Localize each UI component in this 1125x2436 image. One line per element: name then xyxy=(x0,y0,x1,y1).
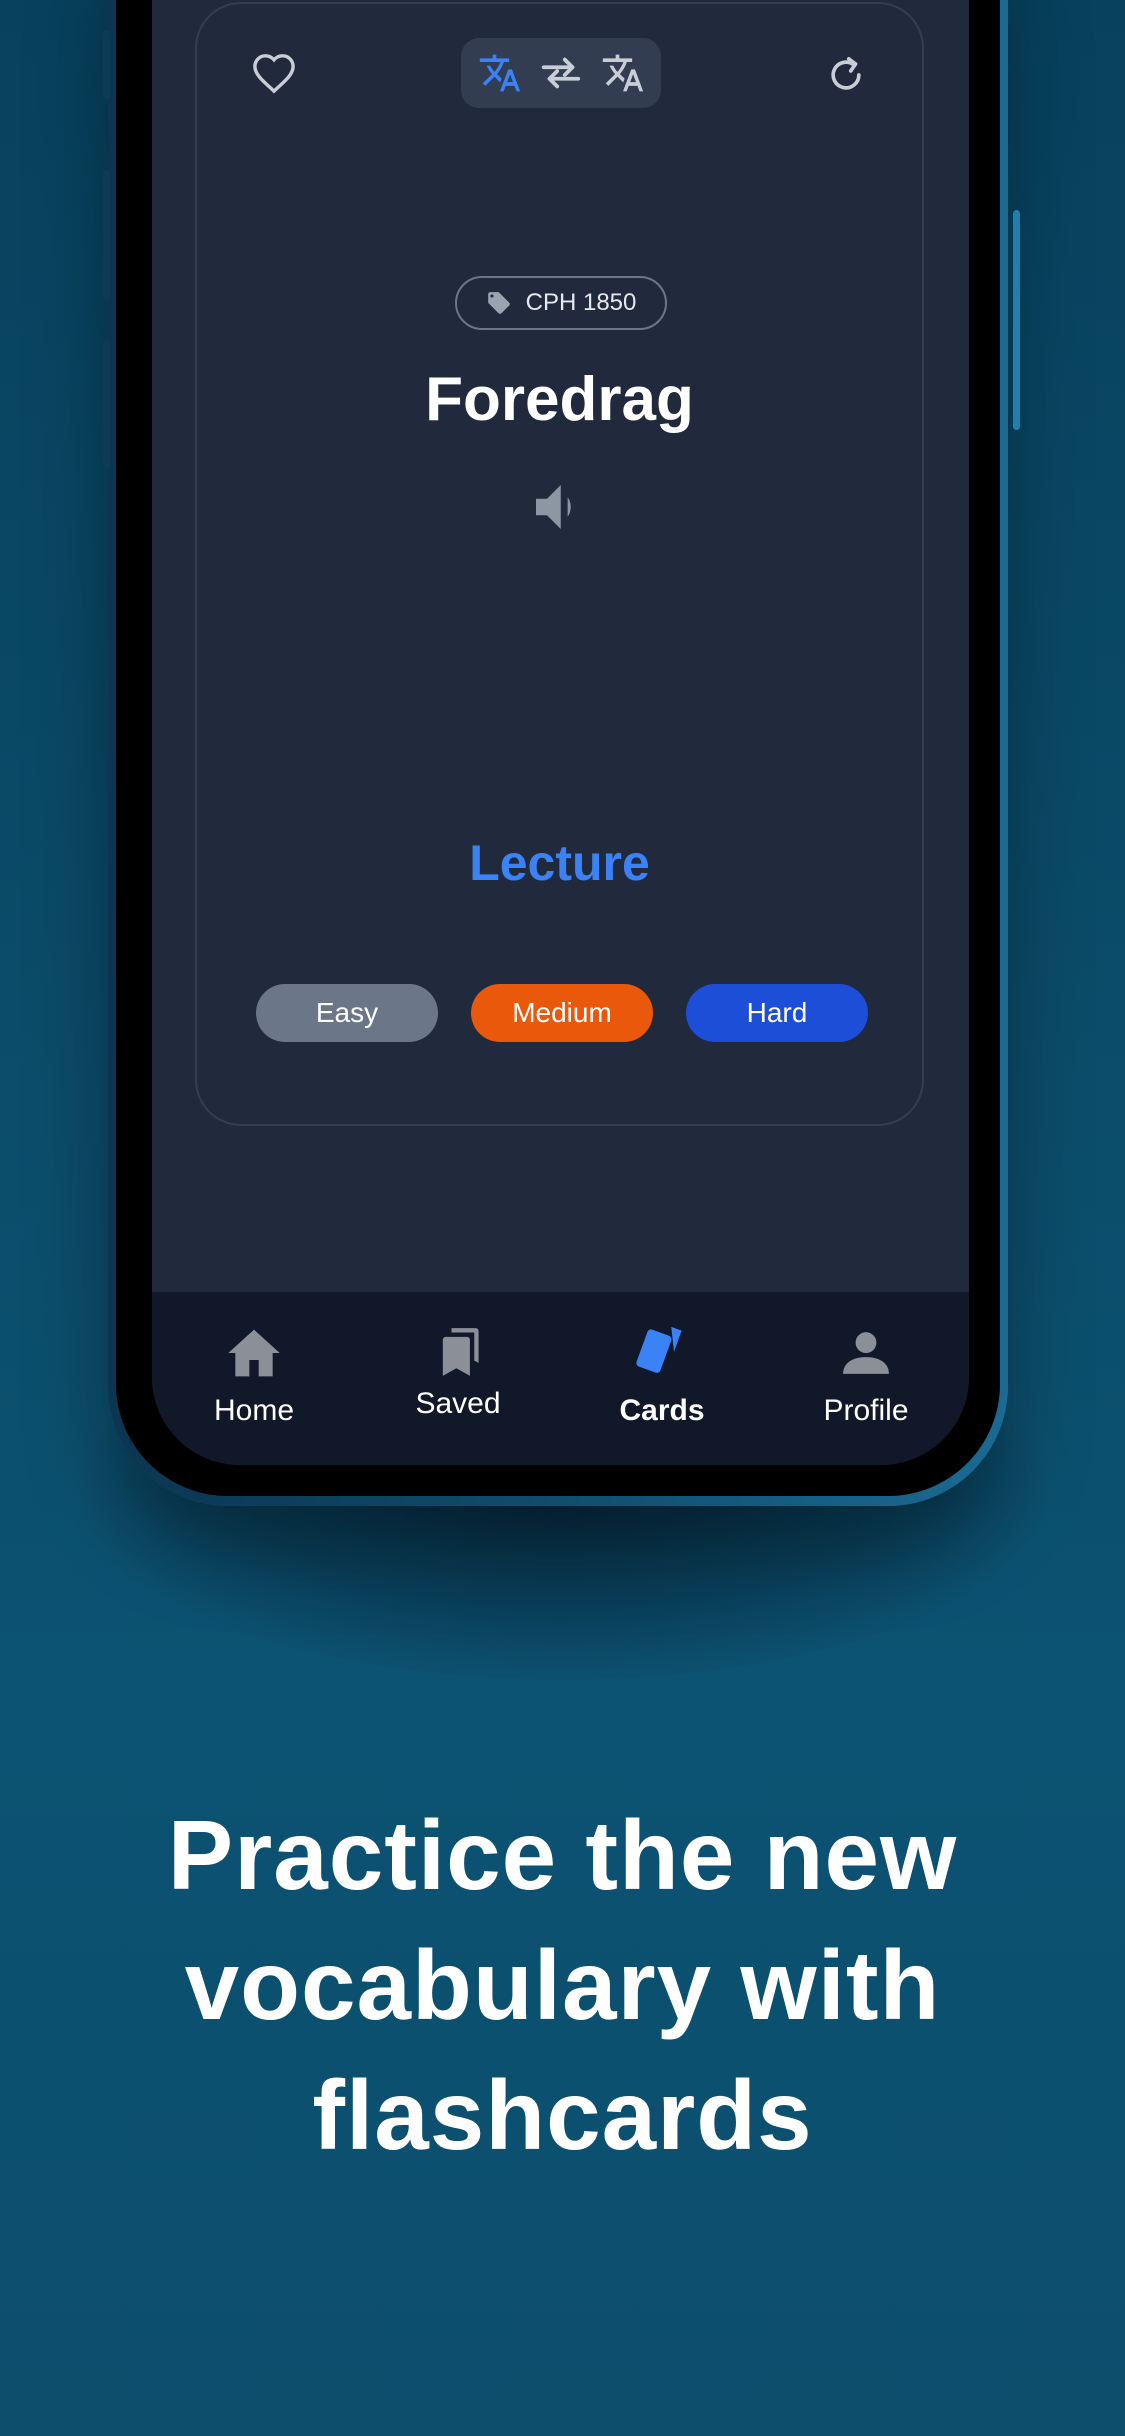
tab-cards-label: Cards xyxy=(619,1394,705,1427)
translate-icon xyxy=(602,54,643,92)
tag-icon xyxy=(487,292,510,314)
home-icon xyxy=(152,1327,356,1379)
phone-volume-button xyxy=(103,30,110,100)
phone-volume-button xyxy=(103,340,110,470)
heart-outline-icon xyxy=(253,54,295,94)
tab-saved-label: Saved xyxy=(415,1387,501,1420)
flashcard[interactable]: CPH 1850 Foredrag Lecture Easy Medium Ha… xyxy=(195,2,924,1126)
bottom-tab-bar: Home Saved Cards Profile xyxy=(152,1292,969,1465)
phone-power-button xyxy=(1013,210,1020,430)
category-tag: CPH 1850 xyxy=(455,276,667,330)
person-icon xyxy=(764,1328,968,1378)
hard-button[interactable]: Hard xyxy=(686,984,868,1042)
play-audio-button[interactable] xyxy=(525,474,591,545)
speaker-icon xyxy=(536,485,571,529)
medium-button[interactable]: Medium xyxy=(471,984,653,1042)
translate-icon xyxy=(479,54,520,92)
tab-profile[interactable]: Profile xyxy=(764,1292,968,1465)
phone-volume-button xyxy=(103,170,110,300)
refresh-button[interactable] xyxy=(811,40,881,110)
tab-cards[interactable]: Cards xyxy=(560,1292,764,1465)
flashcard-word: Foredrag xyxy=(425,365,694,434)
tag-label: CPH 1850 xyxy=(525,289,637,316)
refresh-icon xyxy=(831,57,861,90)
tab-saved[interactable]: Saved xyxy=(356,1292,560,1465)
language-direction-toggle[interactable] xyxy=(461,38,661,108)
tab-home-label: Home xyxy=(213,1394,295,1427)
easy-button[interactable]: Easy xyxy=(256,984,438,1042)
bookmarks-icon xyxy=(356,1326,560,1378)
tab-home[interactable]: Home xyxy=(152,1292,356,1465)
promo-headline: Practice the new vocabulary with flashca… xyxy=(167,1800,958,2170)
tab-profile-label: Profile xyxy=(823,1394,909,1427)
phone-screen: CPH 1850 Foredrag Lecture Easy Medium Ha… xyxy=(152,0,969,1465)
swap-arrows-icon xyxy=(541,57,581,89)
flashcard-translation: Lecture xyxy=(469,835,650,891)
cards-icon xyxy=(560,1322,764,1378)
favorite-button[interactable] xyxy=(239,38,309,108)
